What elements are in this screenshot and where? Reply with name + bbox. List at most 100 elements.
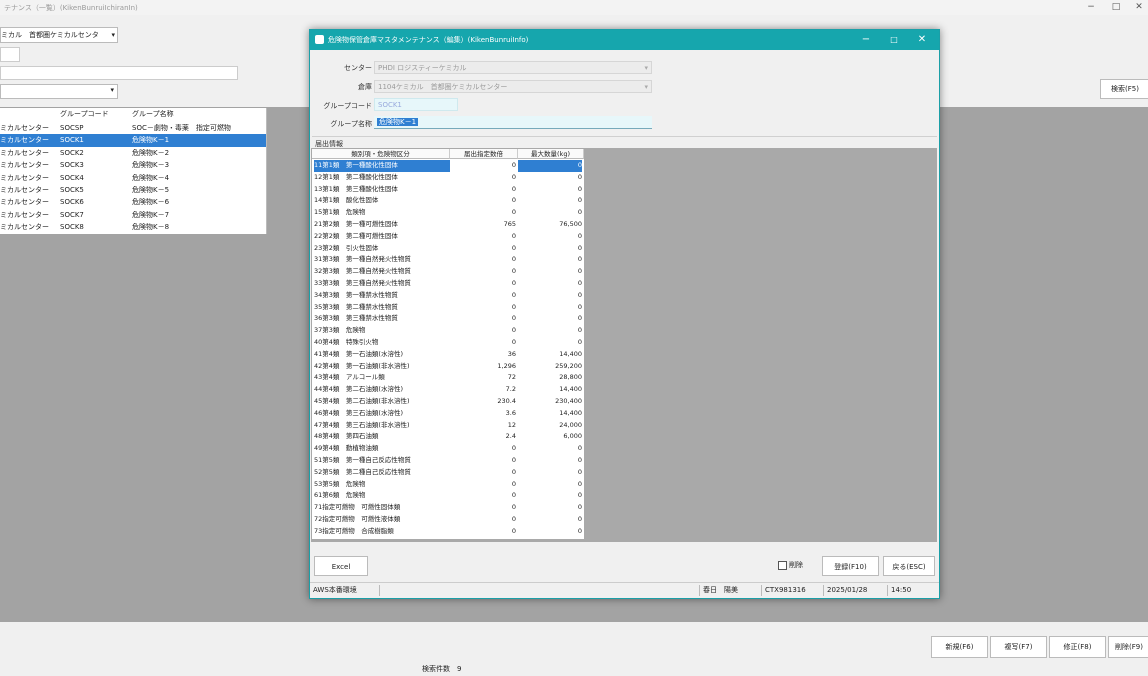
table-row[interactable]: 15第1類 危険物 0 0 [312,207,584,219]
minimize-icon[interactable]: − [856,33,876,47]
row-max-qty[interactable]: 0 [518,207,582,219]
center-combo[interactable]: ミカル 首都圏ケミカルセンタ ▾ [0,27,118,43]
row-multiplier[interactable]: 2.4 [450,431,516,443]
row-max-qty[interactable]: 0 [518,231,582,243]
row-max-qty[interactable]: 0 [518,278,582,290]
row-multiplier[interactable]: 12 [450,420,516,432]
table-row[interactable]: 23第2類 引火性固体 0 0 [312,243,584,255]
row-multiplier[interactable]: 0 [450,266,516,278]
row-multiplier[interactable]: 765 [450,219,516,231]
row-max-qty[interactable]: 0 [518,467,582,479]
column-header-multiplier[interactable]: 届出指定数倍 [450,149,518,159]
row-max-qty[interactable]: 0 [518,266,582,278]
row-max-qty[interactable]: 0 [518,290,582,302]
copy-button[interactable]: 複写(F7) [990,636,1047,658]
table-row[interactable]: 45第4類 第二石油類(非水溶性) 230.4 230,400 [312,396,584,408]
row-multiplier[interactable]: 0 [450,337,516,349]
row-multiplier[interactable]: 0 [450,243,516,255]
row-max-qty[interactable]: 230,400 [518,396,582,408]
warehouse-select[interactable]: 1104ケミカル 首都圏ケミカルセンター ▾ [374,80,652,93]
table-row[interactable]: 11第1類 第一種酸化性固体 0 0 [312,160,584,172]
table-row[interactable]: 34第3類 第一種禁水性物質 0 0 [312,290,584,302]
row-multiplier[interactable]: 0 [450,278,516,290]
row-max-qty[interactable]: 259,200 [518,361,582,373]
row-multiplier[interactable]: 0 [450,514,516,526]
excel-button[interactable]: Excel [314,556,368,576]
row-multiplier[interactable]: 0 [450,195,516,207]
row-max-qty[interactable]: 0 [518,455,582,467]
row-multiplier[interactable]: 0 [450,479,516,491]
row-max-qty[interactable]: 0 [518,479,582,491]
back-button[interactable]: 戻る(ESC) [883,556,935,576]
row-max-qty[interactable]: 28,800 [518,372,582,384]
row-max-qty[interactable]: 0 [518,526,582,538]
row-multiplier[interactable]: 0 [450,490,516,502]
delete-button[interactable]: 削除(F9) [1108,636,1148,658]
new-button[interactable]: 新規(F6) [931,636,988,658]
table-row[interactable]: 71指定可燃物 可燃性固体類 0 0 [312,502,584,514]
table-row[interactable]: 32第3類 第二種自然発火性物質 0 0 [312,266,584,278]
table-row[interactable]: 42第4類 第一石油類(非水溶性) 1,296 259,200 [312,361,584,373]
table-row[interactable]: ミカルセンター SOCK2 危険物K－2 [0,147,266,159]
row-multiplier[interactable]: 0 [450,443,516,455]
table-row[interactable]: 48第4類 第四石油類 2.4 6,000 [312,431,584,443]
row-max-qty[interactable]: 0 [518,184,582,196]
table-row[interactable]: ミカルセンター SOCK8 危険物K－8 [0,221,266,233]
row-multiplier[interactable]: 0 [450,526,516,538]
row-max-qty[interactable]: 6,000 [518,431,582,443]
row-multiplier[interactable]: 1,296 [450,361,516,373]
table-row[interactable]: 43第4類 アルコール類 72 28,800 [312,372,584,384]
table-row[interactable]: 73指定可燃物 合成樹脂類 0 0 [312,526,584,538]
table-row[interactable]: 61第6類 危険物 0 0 [312,490,584,502]
table-row[interactable]: ミカルセンター SOCK7 危険物K－7 [0,209,266,221]
row-multiplier[interactable]: 0 [450,313,516,325]
table-row[interactable]: ミカルセンター SOCSP SOC－劇物・毒薬 指定可燃物 [0,122,266,134]
row-multiplier[interactable]: 3.6 [450,408,516,420]
table-row[interactable]: 44第4類 第二石油類(水溶性) 7.2 14,400 [312,384,584,396]
row-max-qty[interactable]: 0 [518,490,582,502]
table-row[interactable]: 12第1類 第二種酸化性固体 0 0 [312,172,584,184]
table-row[interactable]: 31第3類 第一種自然発火性物質 0 0 [312,254,584,266]
row-max-qty[interactable]: 0 [518,195,582,207]
center-select[interactable]: PHDI ロジスティーケミカル ▾ [374,61,652,74]
filter-field-2[interactable] [0,66,238,80]
table-row[interactable]: 40第4類 特殊引火物 0 0 [312,337,584,349]
table-row[interactable]: ミカルセンター SOCK6 危険物K－6 [0,196,266,208]
table-row[interactable]: 51第5類 第一種自己反応性物質 0 0 [312,455,584,467]
row-multiplier[interactable]: 0 [450,325,516,337]
table-row[interactable]: ミカルセンター SOCK3 危険物K－3 [0,159,266,171]
table-row[interactable]: 41第4類 第一石油類(水溶性) 36 14,400 [312,349,584,361]
group-name-field[interactable]: 危険物K－1 [374,116,652,129]
table-row[interactable]: 49第4類 動植物油類 0 0 [312,443,584,455]
filter-combo[interactable]: ▾ [0,84,118,99]
row-multiplier[interactable]: 230.4 [450,396,516,408]
delete-checkbox[interactable]: 削除 [778,560,803,570]
row-multiplier[interactable]: 0 [450,455,516,467]
maximize-icon[interactable]: □ [1107,1,1125,13]
row-multiplier[interactable]: 0 [450,184,516,196]
table-row[interactable]: 35第3類 第二種禁水性物質 0 0 [312,302,584,314]
table-row[interactable]: 22第2類 第二種可燃性固体 0 0 [312,231,584,243]
row-multiplier[interactable]: 72 [450,372,516,384]
table-row[interactable]: 47第4類 第三石油類(非水溶性) 12 24,000 [312,420,584,432]
column-header-category[interactable]: 類別項・危険物区分 [312,149,450,159]
row-max-qty[interactable]: 0 [518,254,582,266]
minimize-icon[interactable]: − [1082,1,1100,13]
table-row[interactable]: 14第1類 酸化性固体 0 0 [312,195,584,207]
modify-button[interactable]: 修正(F8) [1049,636,1106,658]
close-icon[interactable]: ✕ [1130,1,1148,13]
row-multiplier[interactable]: 0 [450,254,516,266]
row-max-qty[interactable]: 0 [518,302,582,314]
row-multiplier[interactable]: 7.2 [450,384,516,396]
table-row[interactable]: 21第2類 第一種可燃性固体 765 76,500 [312,219,584,231]
table-row[interactable]: 72指定可燃物 可燃性液体類 0 0 [312,514,584,526]
table-row[interactable]: 46第4類 第三石油類(水溶性) 3.6 14,400 [312,408,584,420]
row-max-qty[interactable]: 0 [518,172,582,184]
row-max-qty[interactable]: 0 [518,514,582,526]
search-button[interactable]: 検索(F5) [1100,79,1148,99]
checkbox-icon[interactable] [778,560,787,570]
row-multiplier[interactable]: 0 [450,172,516,184]
row-max-qty[interactable]: 0 [518,313,582,325]
row-multiplier[interactable]: 36 [450,349,516,361]
row-multiplier[interactable]: 0 [450,502,516,514]
